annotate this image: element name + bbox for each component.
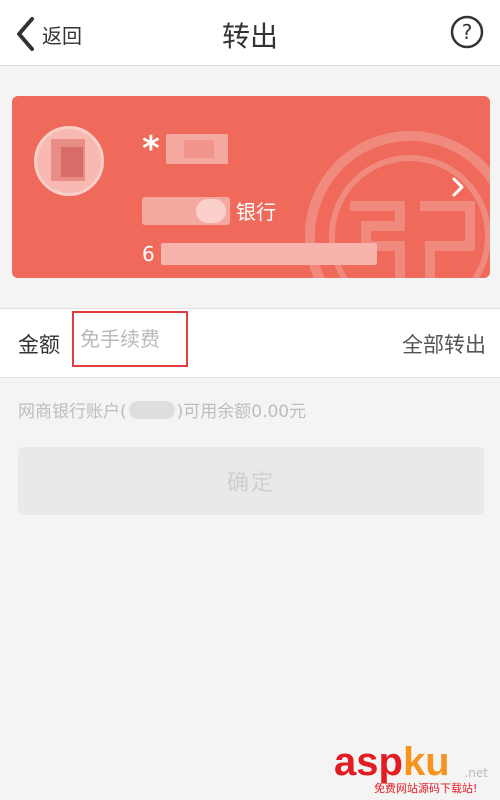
confirm-button[interactable]: 确定 bbox=[18, 447, 484, 515]
account-first-digit: 6 bbox=[142, 242, 155, 266]
watermark-domain: .net bbox=[464, 766, 488, 780]
amount-input-highlight bbox=[72, 311, 188, 367]
balance-suffix: )可用余额0.00元 bbox=[176, 402, 307, 422]
amount-label: 金额 bbox=[18, 333, 60, 357]
account-holder-name: * bbox=[142, 129, 228, 169]
page-title: 转出 bbox=[221, 20, 278, 53]
available-balance: 网商银行账户( )可用余额0.00元 bbox=[18, 397, 306, 422]
watermark-logo: aspku bbox=[334, 740, 450, 784]
account-number: 6 bbox=[142, 242, 377, 266]
amount-row: 金额 全部转出 bbox=[0, 308, 500, 378]
watermark-tagline: 免费网站源码下载站! bbox=[374, 782, 478, 795]
transfer-out-page: 返回 转出 ? * 银行 6 金额 免手续费 全部转出 网商银行账户()可用余… bbox=[0, 0, 500, 800]
balance-prefix: 网商银行账户( bbox=[18, 402, 127, 422]
account-redacted bbox=[128, 400, 175, 419]
site-watermark: aspku .net 免费网站源码下载站! bbox=[314, 740, 494, 796]
nav-bar: 返回 转出 ? bbox=[0, 0, 500, 66]
bank-name-suffix: 银行 bbox=[236, 200, 276, 224]
transfer-all-button[interactable]: 全部转出 bbox=[402, 329, 486, 359]
name-prefix: * bbox=[142, 129, 160, 169]
name-redacted bbox=[165, 134, 228, 164]
bank-name-redacted bbox=[142, 196, 230, 225]
bank-card[interactable]: * 银行 6 bbox=[12, 96, 490, 278]
amount-input[interactable] bbox=[80, 327, 180, 351]
bank-name: 银行 bbox=[142, 196, 276, 225]
help-icon[interactable]: ? bbox=[450, 15, 484, 49]
svg-text:?: ? bbox=[462, 20, 473, 44]
account-number-redacted bbox=[160, 243, 377, 265]
avatar bbox=[34, 126, 104, 196]
chevron-right-icon bbox=[452, 177, 464, 197]
